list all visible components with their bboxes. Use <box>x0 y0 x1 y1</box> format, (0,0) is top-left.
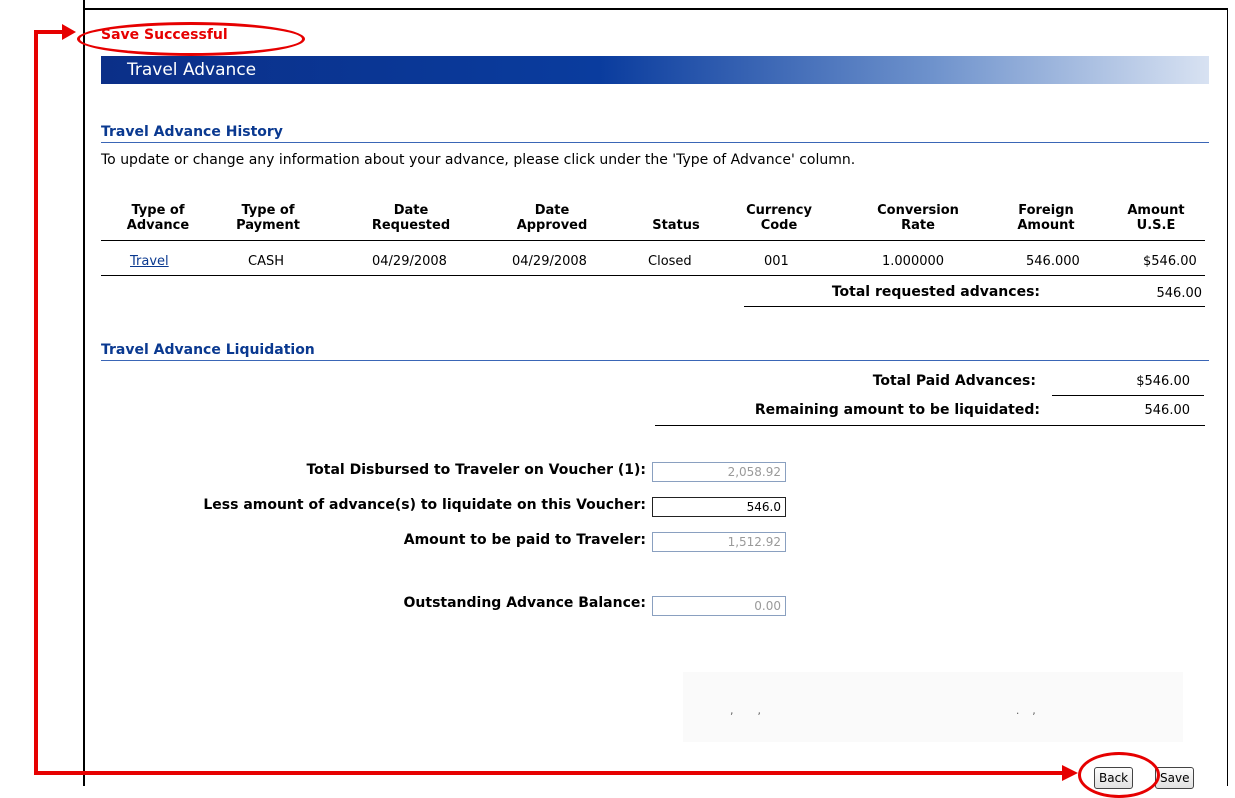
faint-artifact-marks: , , . , <box>730 704 1038 717</box>
col-header-date-requested: Date Requested <box>371 203 451 233</box>
annotation-connector-bottom <box>34 771 1064 775</box>
outstanding-balance-field <box>652 596 786 616</box>
liquidation-heading: Travel Advance Liquidation <box>101 342 1209 361</box>
liquidate-amount-label: Less amount of advance(s) to liquidate o… <box>203 497 646 513</box>
conversion-rate-cell: 1.000000 <box>882 254 945 269</box>
frame-top-border <box>83 8 1228 10</box>
annotation-ellipse-back-button <box>1078 752 1160 798</box>
annotation-arrow-top <box>62 24 76 40</box>
page-title-bar: Travel Advance <box>101 56 1209 84</box>
paid-advances-rule <box>1052 395 1204 396</box>
annotation-ellipse-save-message <box>77 22 305 56</box>
amount-use-cell: $546.00 <box>1143 254 1197 269</box>
remaining-amount-rule <box>655 425 1205 426</box>
col-header-currency-code: Currency Code <box>746 203 812 233</box>
col-header-type-payment: Type of Payment <box>236 203 300 233</box>
col-header-amount-use: Amount U.S.E <box>1127 203 1185 233</box>
history-instructions: To update or change any information abou… <box>101 152 856 168</box>
page-title: Travel Advance <box>127 60 257 80</box>
col-header-type-advance: Type of Advance <box>126 203 190 233</box>
status-cell: Closed <box>648 254 692 269</box>
remaining-amount-value: 546.00 <box>1144 403 1191 418</box>
liquidate-amount-input[interactable] <box>652 497 786 517</box>
history-heading: Travel Advance History <box>101 124 1209 143</box>
amount-paid-traveler-field <box>652 532 786 552</box>
advance-type-link[interactable]: Travel <box>130 254 169 269</box>
total-requested-value: 546.00 <box>1156 286 1203 301</box>
frame-left-border <box>83 0 85 786</box>
table-header-rule <box>101 240 1205 241</box>
annotation-connector-top <box>34 30 64 34</box>
total-paid-advances-value: $546.00 <box>1136 374 1190 389</box>
frame-right-border <box>1227 8 1228 786</box>
total-disbursed-label: Total Disbursed to Traveler on Voucher (… <box>306 462 646 478</box>
annotation-connector-vertical <box>34 30 38 775</box>
total-requested-rule <box>744 306 1205 307</box>
remaining-amount-label: Remaining amount to be liquidated: <box>754 402 1040 418</box>
col-header-date-approved: Date Approved <box>516 203 588 233</box>
date-requested-cell: 04/29/2008 <box>372 254 447 269</box>
date-approved-cell: 04/29/2008 <box>512 254 587 269</box>
col-header-status: Status <box>652 218 700 233</box>
annotation-arrow-bottom <box>1062 765 1078 781</box>
currency-code-cell: 001 <box>764 254 789 269</box>
outstanding-balance-label: Outstanding Advance Balance: <box>403 595 646 611</box>
foreign-amount-cell: 546.000 <box>1026 254 1080 269</box>
table-row-rule <box>101 275 1205 276</box>
col-header-conversion-rate: Conversion Rate <box>877 203 959 233</box>
total-paid-advances-label: Total Paid Advances: <box>872 373 1036 389</box>
total-disbursed-field <box>652 462 786 482</box>
payment-type-cell: CASH <box>248 254 284 269</box>
col-header-foreign-amount: Foreign Amount <box>1017 203 1075 233</box>
amount-paid-traveler-label: Amount to be paid to Traveler: <box>403 532 646 548</box>
total-requested-label: Total requested advances: <box>831 284 1040 300</box>
